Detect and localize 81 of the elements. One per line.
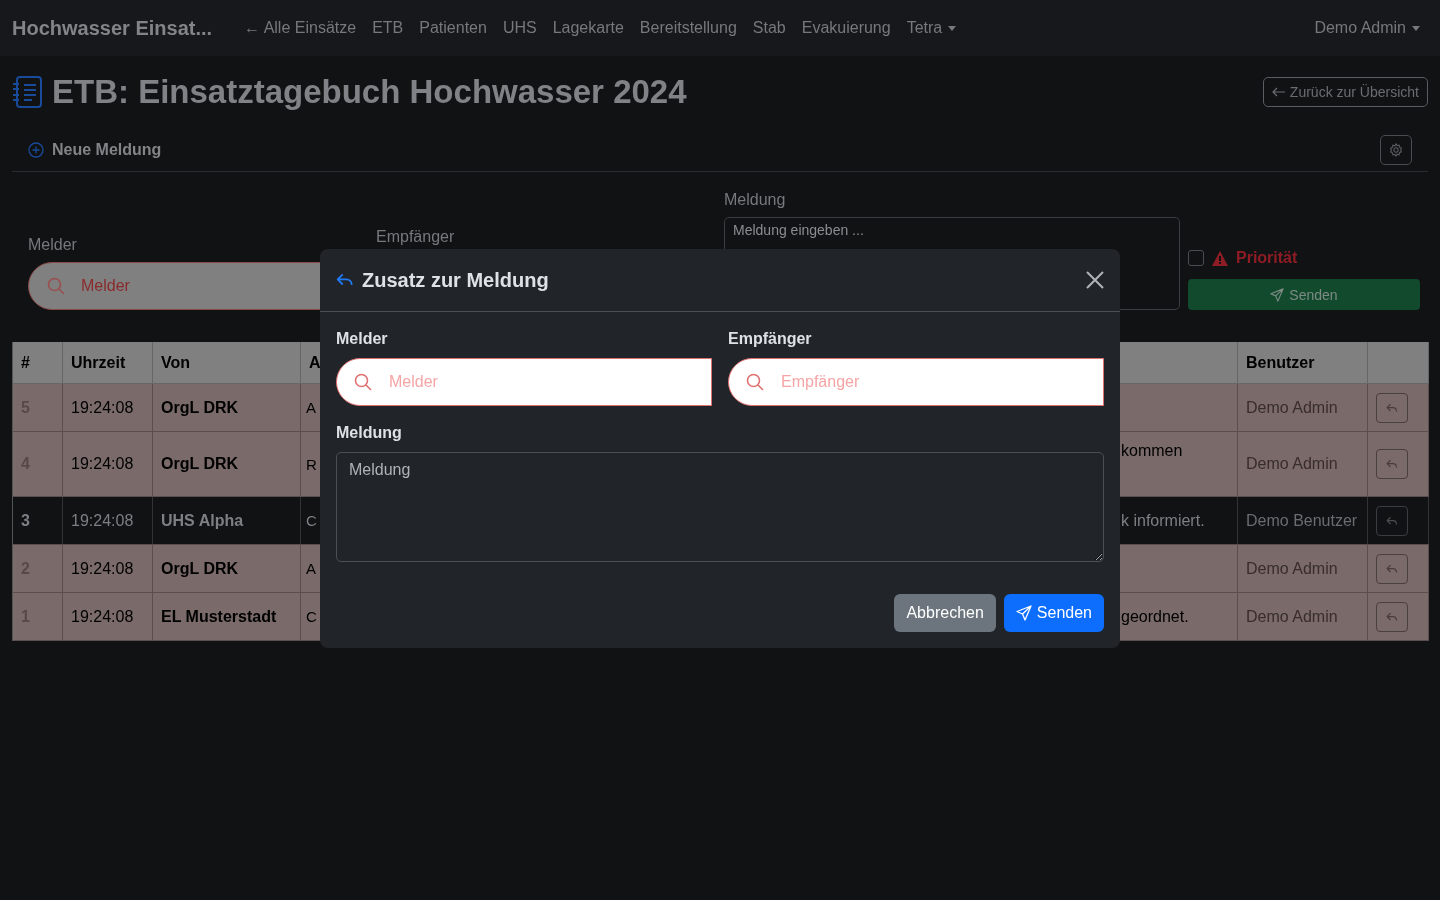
- table-cell: EL Musterstadt: [161, 607, 277, 626]
- journal-icon: [12, 76, 42, 108]
- nav-link[interactable]: Evakuierung: [793, 19, 899, 37]
- nav-dropdown[interactable]: Tetra: [898, 19, 965, 37]
- recipient-field[interactable]: Empfänger: [728, 358, 1104, 406]
- table-cell: 19:24:08: [71, 455, 134, 473]
- search-icon: [354, 373, 372, 391]
- modal-title: Zusatz zur Meldung: [362, 268, 549, 292]
- column-header: Uhrzeit: [63, 342, 153, 383]
- send-icon: [1015, 605, 1032, 621]
- table-cell: C: [306, 608, 317, 625]
- close-button[interactable]: [1086, 271, 1104, 289]
- send-button[interactable]: Senden: [1003, 594, 1104, 632]
- brand-title[interactable]: Hochwasser Einsat...: [12, 16, 213, 40]
- table-cell: Demo Benutzer: [1246, 511, 1358, 530]
- reply-icon: [1386, 562, 1398, 575]
- table-cell: Demo Admin: [1246, 607, 1338, 626]
- caret-icon: [1412, 25, 1420, 31]
- reply-icon: [1386, 458, 1398, 470]
- reply-icon: [1386, 514, 1398, 527]
- table-cell: 19:24:08: [71, 511, 134, 530]
- cancel-button[interactable]: Abbrechen: [894, 594, 996, 632]
- nav-link[interactable]: Bereitstellung: [631, 19, 745, 37]
- table-cell: 19:24:08: [71, 607, 134, 626]
- table-cell: UHS Alpha: [161, 511, 244, 530]
- column-header: Von: [153, 342, 301, 383]
- reply-button[interactable]: [1376, 553, 1408, 584]
- user-menu[interactable]: Demo Admin: [1306, 19, 1428, 37]
- table-cell: OrgL DRK: [161, 559, 239, 578]
- melder-field[interactable]: Melder: [336, 358, 712, 406]
- search-icon: [746, 373, 764, 391]
- table-cell: C: [306, 512, 317, 529]
- table-cell: 19:24:08: [71, 398, 134, 417]
- table-cell: geordnet.: [1121, 607, 1189, 626]
- field-label: Melder: [28, 236, 78, 254]
- field-label: Melder: [336, 330, 389, 348]
- table-cell: Demo Admin: [1246, 455, 1338, 473]
- field-label: Empfänger: [728, 330, 813, 348]
- table-cell: kommen: [1121, 442, 1183, 460]
- table-cell: Demo Admin: [1246, 398, 1338, 417]
- table-cell: A: [306, 399, 316, 416]
- arrow-left-icon: [1271, 86, 1286, 98]
- table-cell: 19:24:08: [71, 559, 134, 578]
- column-header: #: [13, 342, 63, 383]
- nav-link[interactable]: ← Alle Einsätze: [236, 19, 365, 37]
- reply-button[interactable]: [1376, 505, 1408, 536]
- reply-icon: [1386, 401, 1398, 414]
- search-icon: [47, 277, 65, 295]
- field-label: Meldung: [336, 424, 403, 442]
- nav-link[interactable]: Lagekarte: [544, 19, 632, 37]
- send-button[interactable]: Senden: [1188, 279, 1420, 310]
- priority-checkbox[interactable]: [1188, 250, 1204, 266]
- reply-button[interactable]: [1376, 601, 1408, 632]
- nav-link[interactable]: UHS: [494, 19, 545, 37]
- reply-button[interactable]: [1376, 392, 1408, 423]
- reply-icon: [1386, 610, 1398, 623]
- table-cell: A: [306, 560, 316, 577]
- table-cell: R: [306, 455, 317, 473]
- field-label: Empfänger: [376, 228, 456, 246]
- message-field[interactable]: Meldung: [336, 452, 1104, 562]
- nav-link[interactable]: ETB: [364, 19, 412, 37]
- close-icon: [1086, 271, 1104, 289]
- settings-button[interactable]: [1380, 134, 1412, 165]
- card-title: Neue Meldung: [52, 140, 162, 159]
- table-cell: Demo Admin: [1246, 559, 1338, 578]
- column-header: Benutzer: [1238, 342, 1368, 383]
- back-button[interactable]: Zurück zur Übersicht: [1262, 77, 1428, 107]
- nav-link[interactable]: Stab: [744, 19, 794, 37]
- nav-link[interactable]: Patienten: [411, 19, 495, 37]
- plus-circle-icon: [28, 141, 44, 158]
- table-cell: OrgL DRK: [161, 398, 239, 417]
- field-label: Meldung: [724, 191, 787, 209]
- warning-icon: [1212, 250, 1228, 266]
- table-cell: 3: [21, 511, 30, 530]
- priority-label: Priorität: [1236, 249, 1298, 267]
- reply-button[interactable]: [1376, 449, 1408, 479]
- send-icon: [1270, 287, 1285, 302]
- table-cell: k informiert.: [1121, 511, 1205, 530]
- table-cell: OrgL DRK: [161, 455, 239, 473]
- settings-icon: [1389, 142, 1403, 157]
- page-title: ETB: Einsatztagebuch Hochwasser 2024: [52, 73, 687, 111]
